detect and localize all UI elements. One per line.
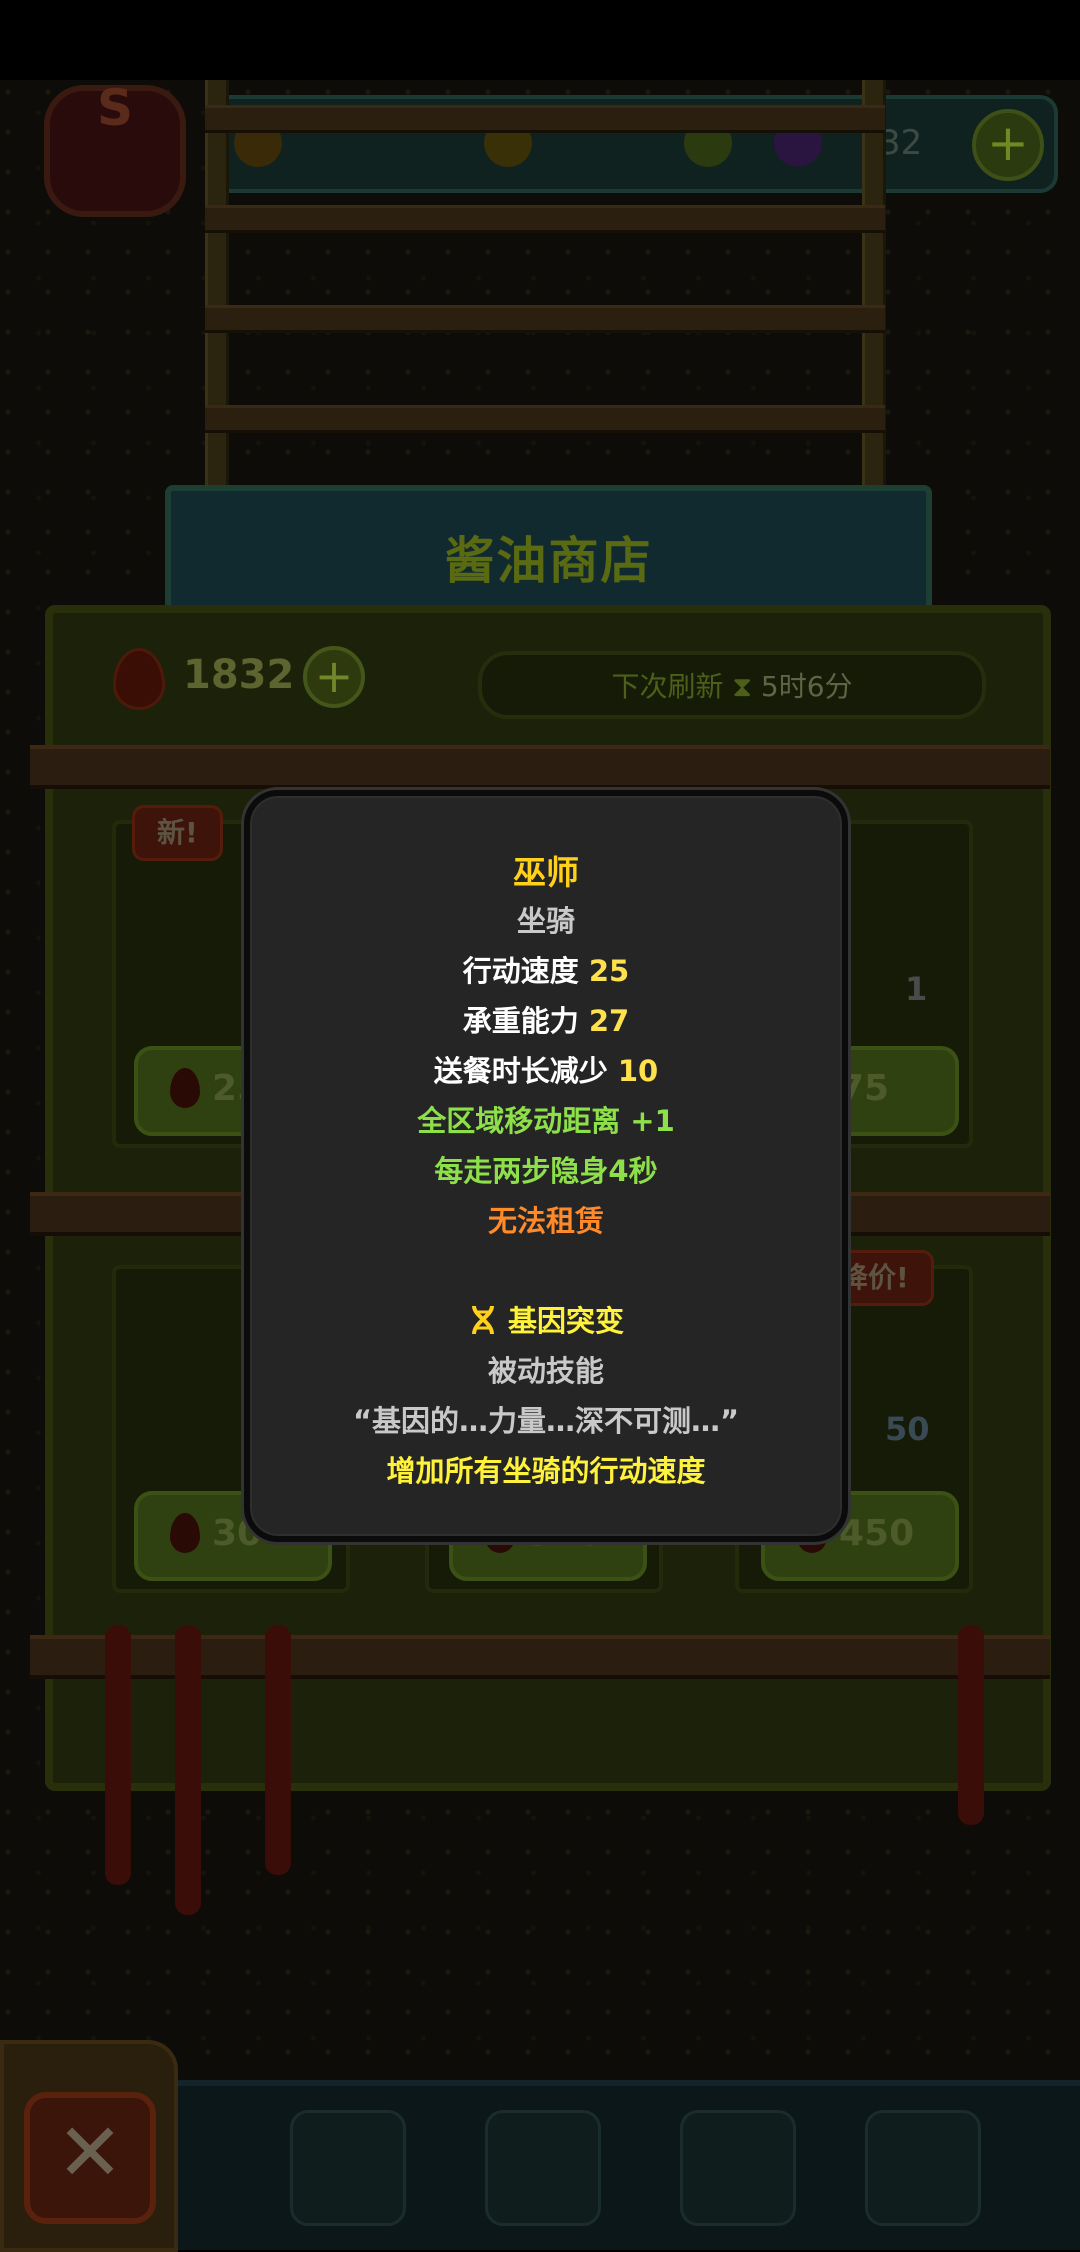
mutation-type: 被动技能 bbox=[487, 1354, 604, 1388]
stat-row: 承重能力 27 bbox=[462, 1004, 630, 1038]
status-bar bbox=[0, 0, 1080, 80]
nav-chest-icon[interactable] bbox=[290, 2110, 406, 2226]
bonus-line: 每走两步隐身4秒 bbox=[434, 1154, 658, 1188]
restriction-line: 无法租赁 bbox=[487, 1204, 604, 1238]
add-currency-button[interactable]: + bbox=[303, 646, 365, 708]
bonus-line: 全区域移动距离 +1 bbox=[417, 1104, 675, 1138]
rank-badge[interactable]: S bbox=[44, 79, 186, 217]
currency-value: 1832 bbox=[183, 652, 295, 698]
new-tag: 新! bbox=[132, 805, 223, 861]
nav-book-icon[interactable] bbox=[485, 2110, 601, 2226]
stat-row: 行动速度 25 bbox=[462, 954, 630, 988]
close-button[interactable]: ✕ bbox=[24, 2092, 156, 2224]
nav-bag-icon[interactable] bbox=[680, 2110, 796, 2226]
dna-icon bbox=[471, 1305, 494, 1335]
item-detail-popup[interactable]: 巫师 坐骑 行动速度 25 承重能力 27 送餐时长减少 10 全区域移动距离 … bbox=[244, 790, 848, 1542]
shelf-plank bbox=[30, 745, 1050, 789]
mutation-effect: 增加所有坐骑的行动速度 bbox=[386, 1454, 706, 1488]
tassel-decoration bbox=[265, 1625, 291, 1875]
refresh-time: 5时6分 bbox=[760, 670, 853, 703]
mutation-title: 基因突变 bbox=[507, 1304, 624, 1338]
item-qty: 1 bbox=[905, 970, 928, 1008]
refresh-timer: 下次刷新 ⧗ 5时6分 bbox=[478, 651, 986, 719]
hourglass-icon: ⧗ bbox=[732, 670, 761, 703]
ladder-rung bbox=[205, 205, 885, 233]
nav-grid-icon[interactable] bbox=[865, 2110, 981, 2226]
tassel-decoration bbox=[958, 1625, 984, 1825]
refresh-label: 下次刷新 bbox=[611, 670, 724, 703]
ladder-rung bbox=[205, 105, 885, 133]
item-category: 坐骑 bbox=[516, 904, 575, 938]
item-name: 巫师 bbox=[513, 853, 579, 892]
hud-add-button[interactable]: + bbox=[972, 109, 1044, 181]
close-panel: ✕ bbox=[0, 2040, 178, 2252]
close-icon: ✕ bbox=[56, 2106, 124, 2199]
ladder-rung bbox=[205, 305, 885, 333]
stat-row: 送餐时长减少 10 bbox=[433, 1054, 659, 1088]
blood-drop-icon bbox=[113, 648, 165, 710]
item-qty: 50 bbox=[885, 1410, 930, 1448]
tassel-decoration bbox=[105, 1625, 131, 1885]
currency-display: 1832 + bbox=[113, 638, 393, 718]
mutation-quote: “基因的…力量…深不可测…” bbox=[352, 1404, 740, 1438]
tassel-decoration bbox=[175, 1625, 201, 1915]
shop-title: 酱油商店 bbox=[444, 532, 653, 590]
ladder-rung bbox=[205, 405, 885, 433]
mutation-header: 基因突变 bbox=[250, 1298, 842, 1340]
